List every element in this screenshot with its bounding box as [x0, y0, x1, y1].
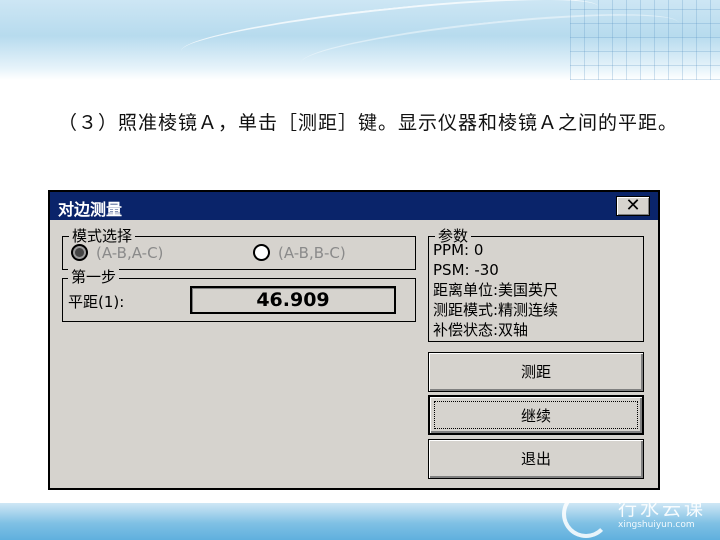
horizontal-distance-value: 46.909 — [190, 286, 396, 314]
param-compensation: 补偿状态:双轴 — [433, 321, 529, 339]
radio-selected-icon — [71, 244, 88, 261]
instruction-text: （３）照准棱镜Ａ，单击［测距］键。显示仪器和棱镜Ａ之间的平距。 — [58, 112, 679, 134]
dialog-title: 对边测量 — [58, 200, 123, 219]
watermark-logo-icon — [562, 490, 610, 538]
mode-selection-group: 模式选择 (A-B,A-C) (A-B,B-C) — [62, 226, 416, 270]
mode-option-ab-bc[interactable]: (A-B,B-C) — [253, 243, 413, 263]
horizontal-distance-label: 平距(1): — [68, 293, 125, 311]
offset-measurement-dialog: 对边测量 ✕ 模式选择 (A-B,A-C) (A-B,B-C) 第一步 平距(1… — [48, 190, 660, 490]
slide-header-decoration — [0, 0, 720, 80]
close-button[interactable]: ✕ — [616, 196, 650, 216]
measure-button[interactable]: 测距 — [428, 352, 644, 392]
step-one-label: 第一步 — [68, 267, 120, 287]
watermark-url: xingshuiyun.com — [618, 520, 695, 530]
parameters-list: PPM: 0 PSM: -30 距离单位:美国英尺 测距模式:精测连续 补偿状态… — [433, 240, 558, 340]
mode-option-label: (A-B,A-C) — [96, 244, 164, 262]
mode-option-label: (A-B,B-C) — [278, 244, 346, 262]
param-measure-mode: 测距模式:精测连续 — [433, 301, 559, 319]
param-psm: PSM: -30 — [433, 261, 499, 279]
watermark-title: 行水云课 — [618, 498, 707, 520]
param-distance-unit: 距离单位:美国英尺 — [433, 281, 559, 299]
radio-unselected-icon — [253, 244, 270, 261]
dialog-titlebar: 对边测量 ✕ — [50, 192, 658, 220]
param-ppm: PPM: 0 — [433, 241, 484, 259]
blueprint-pattern — [570, 0, 720, 80]
exit-button[interactable]: 退出 — [428, 439, 644, 479]
continue-button[interactable]: 继续 — [428, 395, 644, 435]
mode-option-ab-ac[interactable]: (A-B,A-C) — [71, 243, 241, 263]
watermark: 行水云课 xingshuiyun.com — [560, 488, 720, 538]
